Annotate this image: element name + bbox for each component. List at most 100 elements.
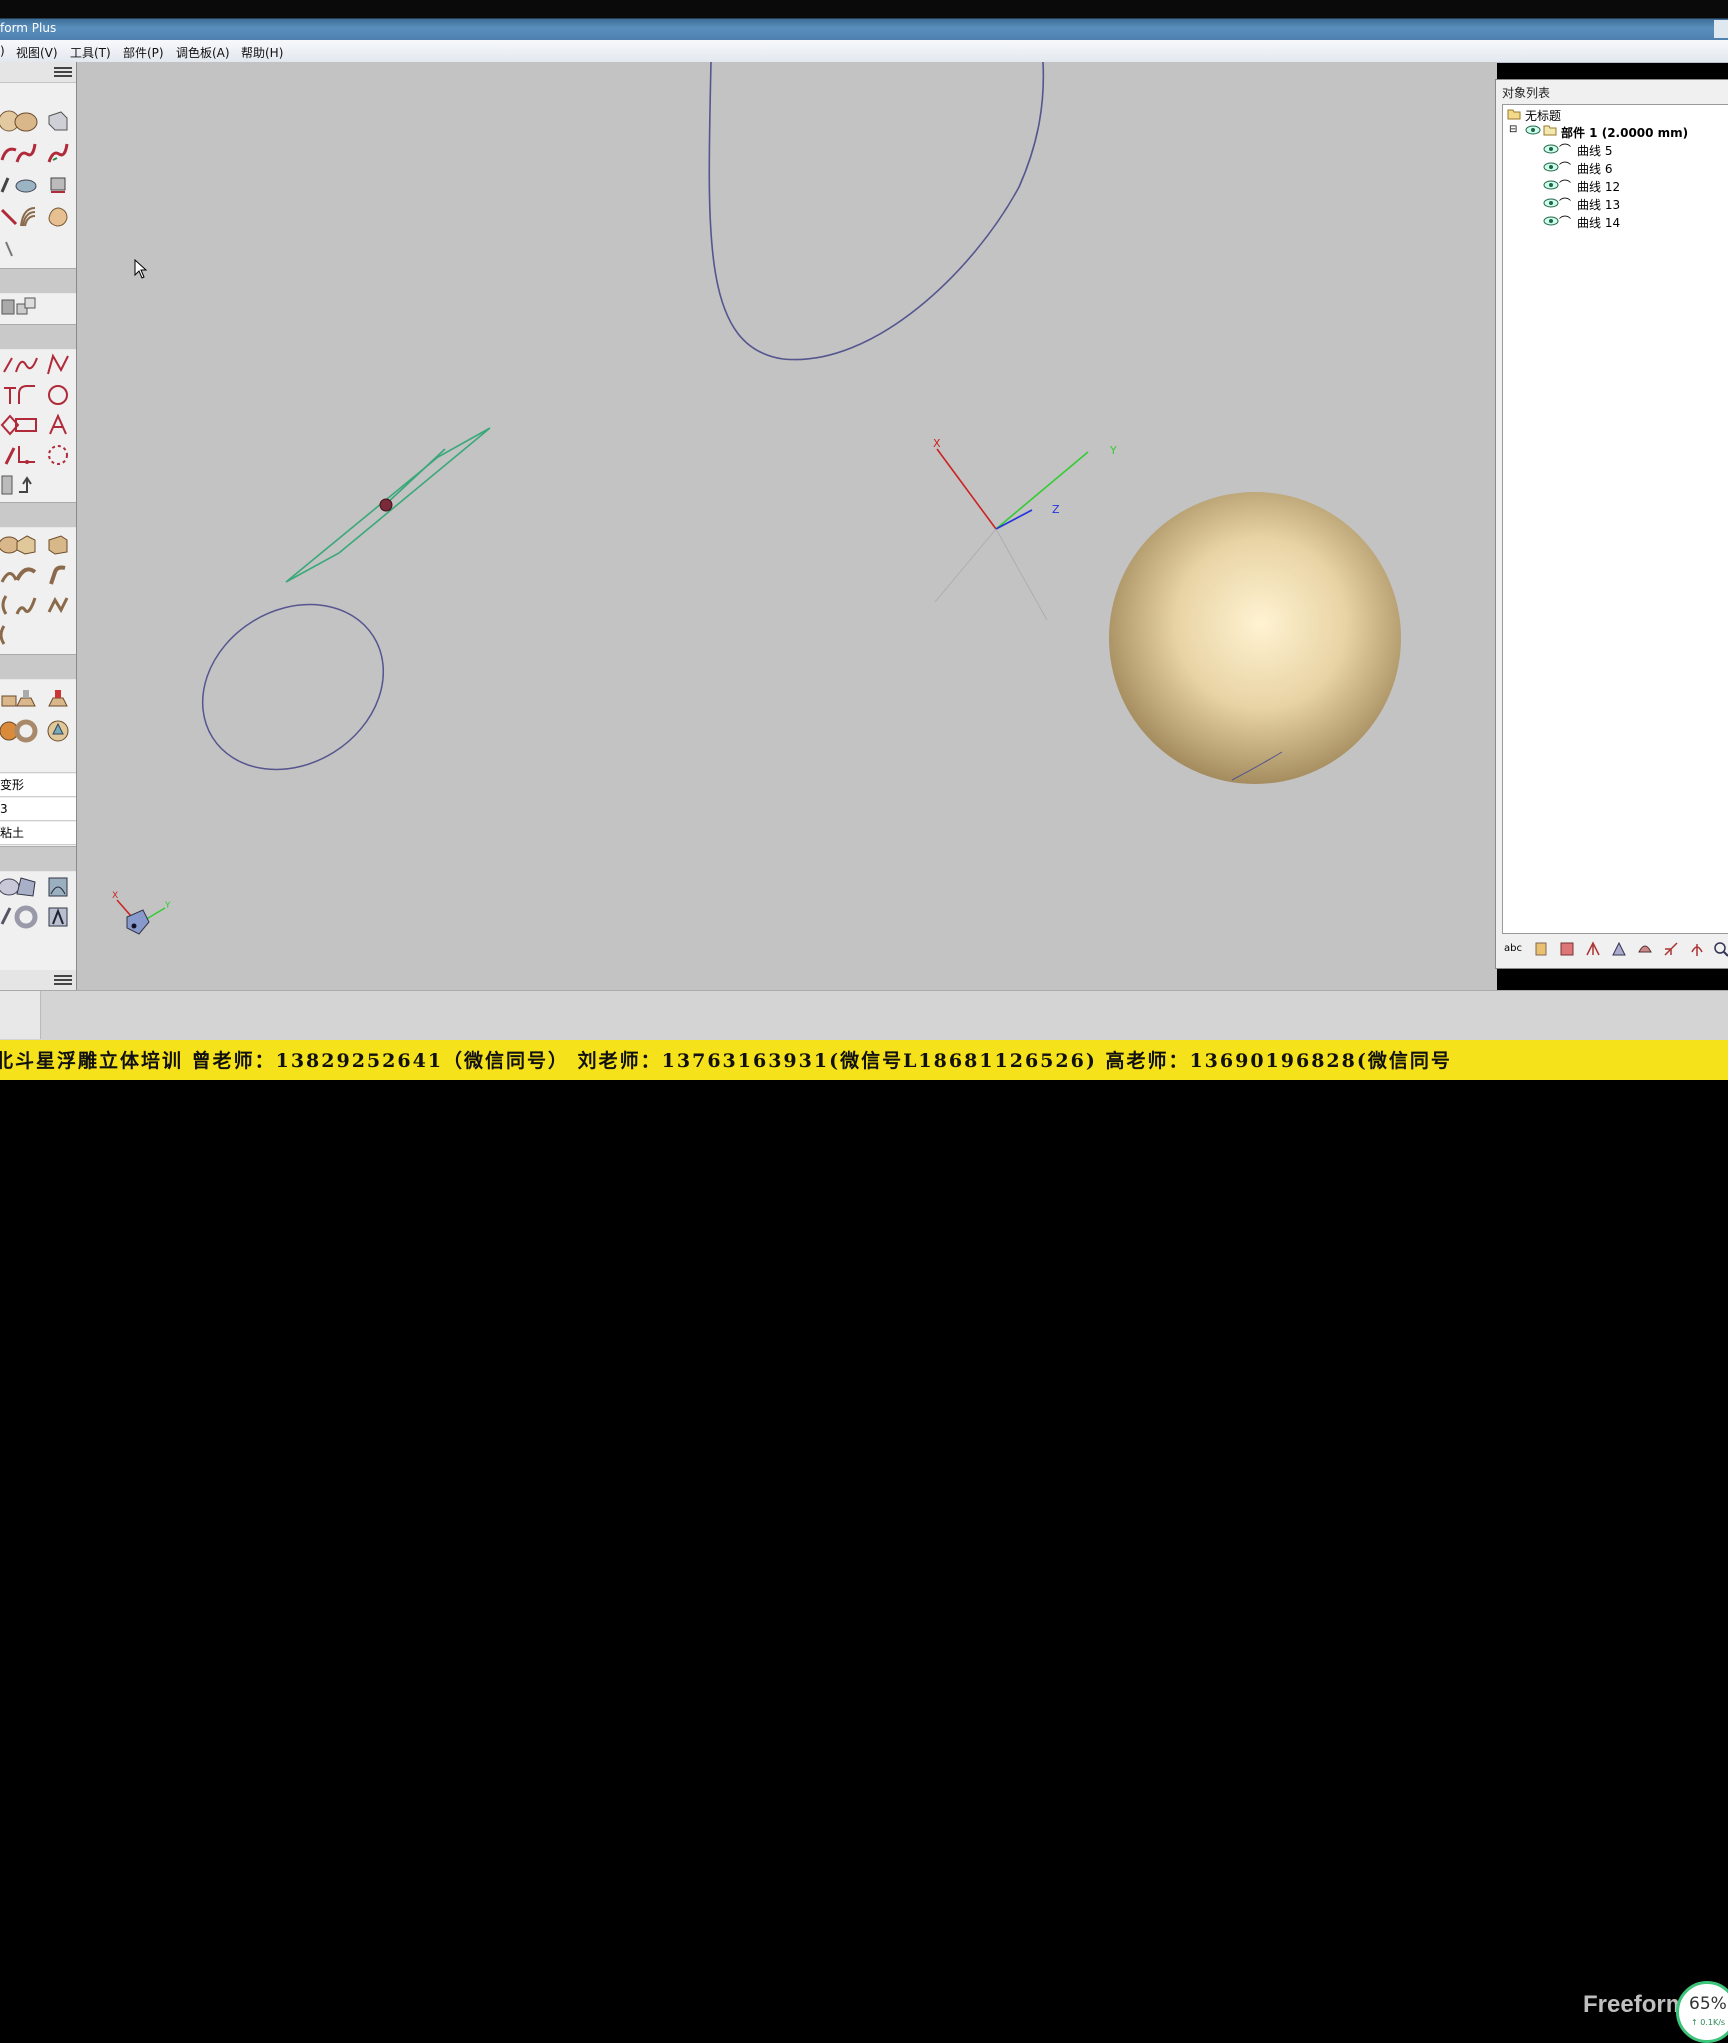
pyramid-icon[interactable] [1610,940,1628,958]
curve-tool-icon[interactable] [13,352,39,378]
eye-icon[interactable] [1543,143,1559,155]
emboss-tool-icon[interactable] [13,686,39,712]
contact-ticker: 北斗星浮雕立体培训 曾老师：13829252641（微信同号） 刘老师：1376… [0,1040,1728,1080]
hook2-tool-icon[interactable] [45,562,71,588]
arrow-up-tool-icon[interactable] [13,472,39,498]
window-title: form Plus [0,21,57,35]
mirror-icon[interactable] [1662,940,1680,958]
text-tool-icon[interactable] [45,412,71,438]
collapse-icon[interactable]: ⊟ [1509,124,1517,135]
eye-icon[interactable] [1543,197,1559,209]
palette-separator [0,654,76,680]
sphere-object [1109,492,1401,784]
spring-tool-icon[interactable] [13,204,39,230]
sweep-tool-icon[interactable] [13,140,39,166]
menu-tools[interactable]: 工具(T) [70,44,111,61]
eye-icon[interactable] [1543,161,1559,173]
donut-tool-icon[interactable] [13,718,39,744]
polyline-tool-icon[interactable] [45,352,71,378]
book-icon[interactable] [1558,940,1576,958]
object-list-panel: 对象列表 无标题 ⊟ 部件 1 (2.0000 mm) ⌒ 曲线 5 ⌒ 曲线 … [1495,79,1728,969]
block-tool-icon[interactable] [13,532,39,558]
zoom-icon[interactable] [1712,940,1728,958]
twist-tool-icon[interactable] [13,562,39,588]
handle-point [379,498,393,512]
grip-icon[interactable] [54,975,72,985]
watermark: Freeform [1583,1991,1688,2018]
wiggle-tool-icon[interactable] [13,592,39,618]
axis-x-line [936,448,997,530]
text-label-button[interactable]: abc [1504,940,1522,958]
layer-icon[interactable] [1532,940,1550,958]
loft-tool-icon[interactable] [45,874,71,900]
menu-part[interactable]: 部件(P) [123,44,164,61]
rotate-icon[interactable] [1688,940,1706,958]
tree-curve-item[interactable]: 曲线 5 [1577,142,1612,159]
tree-curve-item[interactable]: 曲线 6 [1577,160,1612,177]
mouse-cursor-icon [134,259,148,279]
half-sphere-icon[interactable] [1636,940,1654,958]
curve-ellipse [201,603,385,771]
patch-tool-icon[interactable] [13,874,39,900]
curve-icon: ⌒ [1559,215,1572,229]
palette-separator [0,268,76,294]
menu-edge[interactable]: ) [0,44,5,58]
tree-curve-item[interactable]: 曲线 14 [1577,214,1620,231]
menu-bar: ) 视图(V) 工具(T) 部件(P) 调色板(A) 帮助(H) [0,40,1728,63]
deform-label[interactable]: 变形 [0,774,76,797]
curve-icon: ⌒ [1559,179,1572,193]
window-controls[interactable] [1714,20,1728,38]
grip-icon[interactable] [54,67,72,77]
axis-y-label: Y [1109,444,1117,457]
curve-u [708,62,1045,361]
tube-tool-icon[interactable] [13,172,39,198]
half-tool-icon[interactable] [0,622,22,648]
clay-label[interactable]: 粘土 [0,822,76,845]
panel-toolbar: abc [1502,938,1728,962]
eye-icon[interactable] [1543,179,1559,191]
option-label[interactable]: 3 [0,798,76,821]
extrude-tool-icon[interactable] [45,172,71,198]
scene-canvas[interactable]: X Y Z X Y [77,62,1497,990]
palette-blank-row [0,750,76,773]
tree-part[interactable]: 部件 1 (2.0000 mm) [1561,124,1688,141]
gem-tool-icon[interactable] [45,718,71,744]
axis-z-label: Z [1052,503,1060,516]
status-field [0,991,41,1039]
small-tool-icon[interactable] [0,236,22,262]
curve-icon: ⌒ [1559,197,1572,211]
tree-root[interactable]: 无标题 [1525,107,1561,124]
cube-tool-icon[interactable] [45,532,71,558]
hand-tool-icon[interactable] [45,204,71,230]
sweep2-tool-icon[interactable] [45,140,71,166]
corner-tool-icon[interactable] [13,442,39,468]
3d-viewport[interactable]: X Y Z X Y [77,62,1497,990]
tree-curve-item[interactable]: 曲线 13 [1577,196,1620,213]
tree-curve-item[interactable]: 曲线 12 [1577,178,1620,195]
menu-view[interactable]: 视图(V) [16,44,58,61]
tool-palette: 变形 3 粘土 [0,62,77,991]
rectangle-tool-icon[interactable] [13,412,39,438]
ticker-text: 北斗星浮雕立体培训 曾老师：13829252641（微信同号） 刘老师：1376… [0,1050,1452,1072]
split-icon[interactable] [1584,940,1602,958]
surface-text-tool-icon[interactable] [45,904,71,930]
circle-tool-icon[interactable] [45,382,71,408]
eye-icon[interactable] [1543,215,1559,227]
zigzag-tool-icon[interactable] [45,592,71,618]
fillet-tool-icon[interactable] [13,382,39,408]
folder-icon [1507,109,1521,120]
boxes-tool-icon[interactable] [13,294,39,320]
box-tool-icon[interactable] [45,108,71,134]
axis-y-line [995,451,1089,530]
circle-points-tool-icon[interactable] [45,442,71,468]
deboss-tool-icon[interactable] [45,686,71,712]
eye-icon[interactable] [1525,124,1541,136]
palette-separator [0,846,76,872]
menu-help[interactable]: 帮助(H) [241,44,283,61]
torus-tool-icon[interactable] [13,904,39,930]
gauge-percent: 65% [1689,1994,1727,2014]
axis-neg-x [995,528,1048,621]
blob-tool-icon[interactable] [13,108,39,134]
object-tree[interactable]: 无标题 ⊟ 部件 1 (2.0000 mm) ⌒ 曲线 5 ⌒ 曲线 6 ⌒ 曲… [1502,104,1728,934]
menu-palette[interactable]: 调色板(A) [176,44,230,61]
